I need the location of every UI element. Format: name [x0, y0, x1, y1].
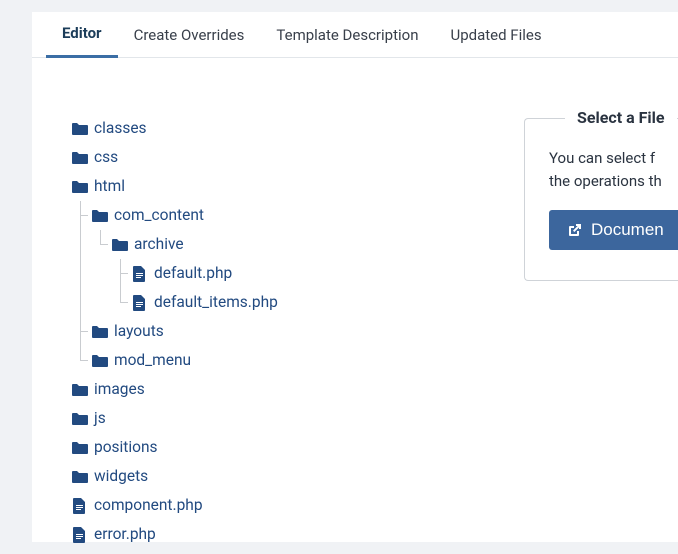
file-tree: classes css html com_content — [32, 114, 462, 549]
file-icon — [130, 265, 148, 283]
folder-icon — [70, 439, 88, 457]
folder-label: com_content — [114, 208, 204, 224]
file-icon — [70, 526, 88, 544]
folder-label: layouts — [114, 324, 164, 340]
folder-icon — [90, 323, 108, 341]
folder-open-icon — [70, 178, 88, 196]
folder-mod-menu[interactable]: mod_menu — [70, 346, 462, 375]
file-default-items-php[interactable]: default_items.php — [70, 288, 462, 317]
tab-editor[interactable]: Editor — [46, 12, 118, 58]
folder-label: positions — [94, 440, 158, 456]
folder-label: classes — [94, 121, 147, 137]
button-label: Documen — [591, 220, 664, 240]
tab-label: Updated Files — [450, 26, 541, 44]
folder-archive[interactable]: archive — [70, 230, 462, 259]
file-icon — [130, 294, 148, 312]
file-error-php[interactable]: error.php — [70, 520, 462, 549]
select-file-title: Select a File — [565, 108, 677, 127]
folder-positions[interactable]: positions — [70, 433, 462, 462]
file-component-php[interactable]: component.php — [70, 491, 462, 520]
file-label: error.php — [94, 527, 156, 543]
tab-template-description[interactable]: Template Description — [260, 12, 434, 58]
editor-panel: Editor Create Overrides Template Descrip… — [32, 12, 678, 542]
select-file-box: Select a File You can select f the opera… — [524, 118, 678, 281]
folder-open-icon — [90, 207, 108, 225]
folder-icon — [70, 120, 88, 138]
folder-label: html — [94, 179, 125, 195]
tab-create-overrides[interactable]: Create Overrides — [118, 12, 261, 58]
tab-label: Create Overrides — [134, 26, 245, 44]
folder-widgets[interactable]: widgets — [70, 462, 462, 491]
select-file-text: You can select f the operations th — [549, 147, 678, 192]
documentation-button[interactable]: Documen — [549, 210, 678, 250]
folder-layouts[interactable]: layouts — [70, 317, 462, 346]
folder-label: js — [94, 411, 106, 427]
folder-classes[interactable]: classes — [70, 114, 462, 143]
folder-open-icon — [110, 236, 128, 254]
folder-icon — [70, 381, 88, 399]
folder-label: archive — [134, 237, 184, 253]
folder-images[interactable]: images — [70, 375, 462, 404]
folder-icon — [70, 468, 88, 486]
file-label: component.php — [94, 498, 203, 514]
file-icon — [70, 497, 88, 515]
file-label: default_items.php — [154, 295, 278, 311]
folder-css[interactable]: css — [70, 143, 462, 172]
tab-updated-files[interactable]: Updated Files — [434, 12, 557, 58]
file-label: default.php — [154, 266, 232, 282]
folder-com-content[interactable]: com_content — [70, 201, 462, 230]
folder-icon — [70, 410, 88, 428]
folder-js[interactable]: js — [70, 404, 462, 433]
folder-icon — [90, 352, 108, 370]
folder-html[interactable]: html — [70, 172, 462, 201]
tab-bar: Editor Create Overrides Template Descrip… — [32, 12, 678, 58]
folder-label: css — [94, 150, 118, 166]
file-default-php[interactable]: default.php — [70, 259, 462, 288]
folder-label: images — [94, 382, 145, 398]
folder-icon — [70, 149, 88, 167]
folder-label: mod_menu — [114, 353, 191, 369]
tab-label: Template Description — [276, 26, 418, 44]
external-link-icon — [567, 222, 583, 238]
folder-label: widgets — [94, 469, 148, 485]
tab-label: Editor — [62, 24, 102, 42]
